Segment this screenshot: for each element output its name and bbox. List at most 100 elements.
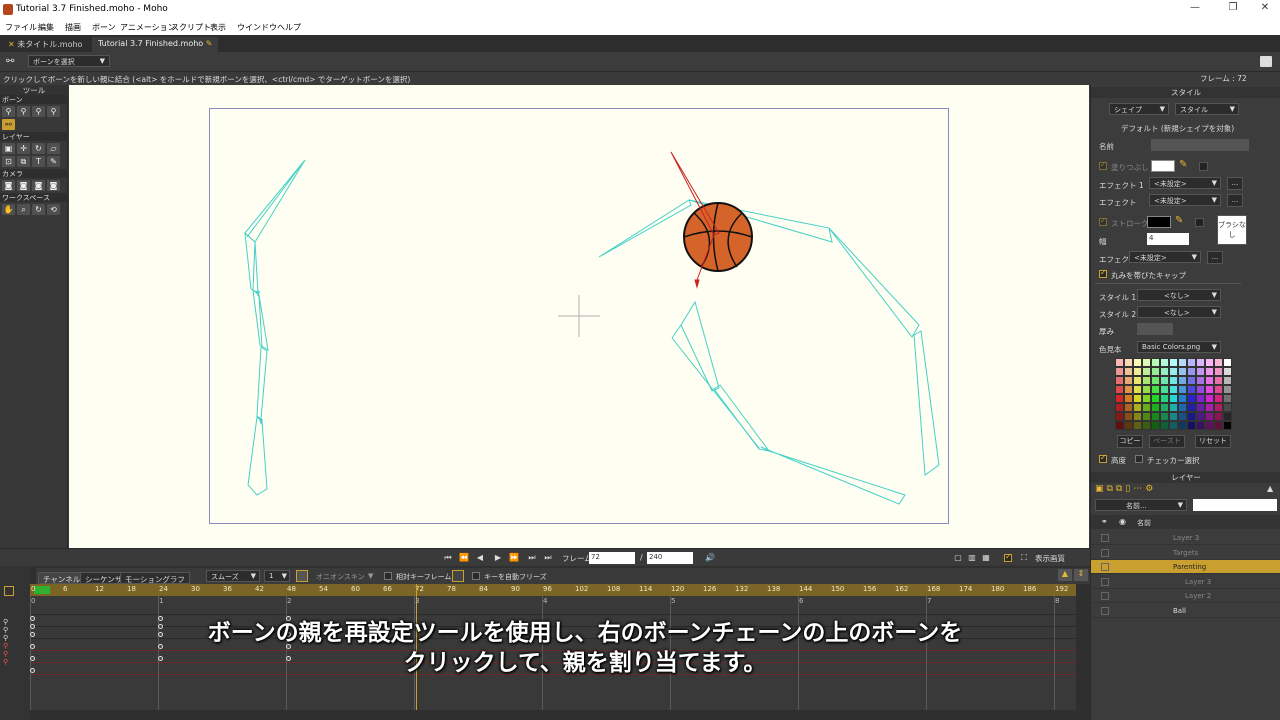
palette-swatch[interactable] (1169, 421, 1178, 430)
visibility-toggle-icon[interactable] (1101, 563, 1109, 572)
palette-swatch[interactable] (1133, 385, 1142, 394)
bone[interactable] (244, 231, 259, 294)
palette-swatch[interactable] (1187, 412, 1196, 421)
pencil-icon[interactable]: ✎ (47, 156, 60, 167)
layer-row[interactable]: Layer 3 (1091, 531, 1280, 545)
rotate-icon[interactable]: ↻ (32, 204, 45, 215)
text-icon[interactable]: T (32, 156, 45, 167)
palette-swatch[interactable] (1124, 376, 1133, 385)
collapse-icon[interactable]: ▲ (1058, 569, 1072, 581)
bone[interactable] (913, 330, 940, 476)
interpolation-dropdown[interactable]: スムーズ ▼ (206, 570, 260, 582)
camera-roll-icon[interactable]: ◙ (32, 180, 45, 191)
thickness-input[interactable] (1137, 323, 1173, 335)
palette-swatch[interactable] (1187, 367, 1196, 376)
palette-swatch[interactable] (1151, 394, 1160, 403)
palette-swatch[interactable] (1223, 367, 1232, 376)
palette-swatch[interactable] (1115, 376, 1124, 385)
palette-swatch[interactable] (1214, 367, 1223, 376)
play-icon[interactable]: ▶ (492, 552, 504, 564)
onion-skin-label[interactable]: オニオンスキン (316, 572, 365, 582)
palette-swatch[interactable] (1214, 385, 1223, 394)
palette-swatch[interactable] (1151, 376, 1160, 385)
eyedropper-icon[interactable]: ✎ (1175, 215, 1183, 226)
palette-swatch[interactable] (1115, 358, 1124, 367)
close-tab-icon[interactable]: ✕ (8, 40, 15, 49)
palette-swatch[interactable] (1169, 358, 1178, 367)
bone[interactable] (256, 346, 268, 420)
palette-swatch[interactable] (1151, 367, 1160, 376)
bone[interactable] (598, 199, 692, 258)
palette-swatch[interactable] (1142, 412, 1151, 421)
palette-swatch[interactable] (1205, 376, 1214, 385)
palette-swatch[interactable] (1223, 394, 1232, 403)
camera-pan-icon[interactable]: ◙ (47, 180, 60, 191)
palette-swatch[interactable] (1205, 385, 1214, 394)
palette-swatch[interactable] (1178, 385, 1187, 394)
palette-swatch[interactable] (1160, 412, 1169, 421)
palette-swatch[interactable] (1160, 394, 1169, 403)
name-input[interactable] (1151, 139, 1249, 151)
layer-search-input[interactable] (1193, 499, 1277, 511)
bone-select-icon[interactable]: ⚲ (2, 106, 15, 117)
palette-swatch[interactable] (1223, 412, 1232, 421)
palette-swatch[interactable] (1151, 385, 1160, 394)
menu-draw[interactable]: 描画 (65, 22, 81, 33)
interp-value-dropdown[interactable]: 1 ▼ (264, 570, 290, 582)
layer-set-origin-icon[interactable]: ▣ (2, 143, 15, 154)
palette-swatch[interactable] (1223, 358, 1232, 367)
layer-translate-icon[interactable]: ✛ (17, 143, 30, 154)
palette-swatch[interactable] (1196, 358, 1205, 367)
palette-swatch[interactable] (1187, 376, 1196, 385)
palette-swatch[interactable] (1133, 403, 1142, 412)
reset-button[interactable]: リセット (1195, 435, 1231, 448)
palette-swatch[interactable] (1151, 412, 1160, 421)
effect3-more-button[interactable]: ... (1207, 251, 1223, 264)
stroke-checkbox[interactable] (1099, 216, 1107, 226)
bone-add-icon[interactable]: ⚲ (32, 106, 45, 117)
style-dropdown[interactable]: スタイル ▼ (1175, 103, 1239, 115)
shape-dropdown[interactable]: シェイプ ▼ (1109, 103, 1169, 115)
bone[interactable] (760, 446, 906, 505)
current-frame-input[interactable]: 72 (589, 552, 635, 564)
layer-row[interactable]: Targets (1091, 545, 1280, 560)
palette-swatch[interactable] (1142, 421, 1151, 430)
palette-swatch[interactable] (1160, 376, 1169, 385)
basketball[interactable] (683, 202, 753, 272)
scene-drawing[interactable] (69, 85, 1089, 548)
quality-label[interactable]: 表示画質 (1035, 553, 1065, 564)
layer-toolbar-icons[interactable]: ▣⧉⧉▯⋯⚙ (1095, 484, 1156, 494)
palette-swatch[interactable] (1178, 403, 1187, 412)
visibility-toggle-icon[interactable] (1101, 592, 1109, 601)
palette-swatch[interactable] (1196, 412, 1205, 421)
visibility-toggle-icon[interactable] (1101, 548, 1109, 557)
camera-zoom-icon[interactable]: ◙ (17, 180, 30, 191)
relative-keys-checkbox[interactable] (384, 572, 392, 580)
palette-swatch[interactable] (1160, 385, 1169, 394)
palette-swatch[interactable] (1196, 376, 1205, 385)
palette-swatch[interactable] (1196, 403, 1205, 412)
palette-swatch[interactable] (1142, 376, 1151, 385)
layer-flip-icon[interactable]: ⧉ (17, 156, 30, 167)
palette-swatch[interactable] (1151, 403, 1160, 412)
palette-swatch[interactable] (1214, 403, 1223, 412)
style1-dropdown[interactable]: <なし> ▼ (1137, 289, 1221, 301)
effect3-dropdown[interactable]: <未設定> ▼ (1129, 251, 1201, 263)
bone-reparent-icon[interactable]: ⚯ (2, 119, 15, 130)
paste-button[interactable]: ペースト (1149, 435, 1185, 448)
total-frames-input[interactable]: 240 (647, 552, 693, 564)
auto-freeze-checkbox[interactable] (472, 572, 480, 580)
frame-view-icon[interactable]: ⛶ (1018, 552, 1030, 564)
timeline-ruler[interactable]: 0 6 12 18 24 30 36 42 48 54 60 66 72 78 84 90 96 102 108 11… (30, 584, 1076, 596)
width-input[interactable]: 4 (1147, 233, 1189, 245)
rewind-start-icon[interactable]: ⏮ (442, 552, 454, 564)
timeline-expand-icon[interactable] (4, 586, 14, 596)
playback-range-start[interactable] (34, 586, 50, 594)
effect2-more-button[interactable]: ... (1227, 194, 1243, 207)
bone-manipulate-icon[interactable]: ⚲ (47, 106, 60, 117)
layer-row[interactable]: Parenting (1091, 560, 1280, 575)
fill-checkbox[interactable] (1099, 160, 1107, 170)
layer-rotate-icon[interactable]: ↻ (32, 143, 45, 154)
palette-swatch[interactable] (1178, 376, 1187, 385)
palette-swatch[interactable] (1205, 421, 1214, 430)
